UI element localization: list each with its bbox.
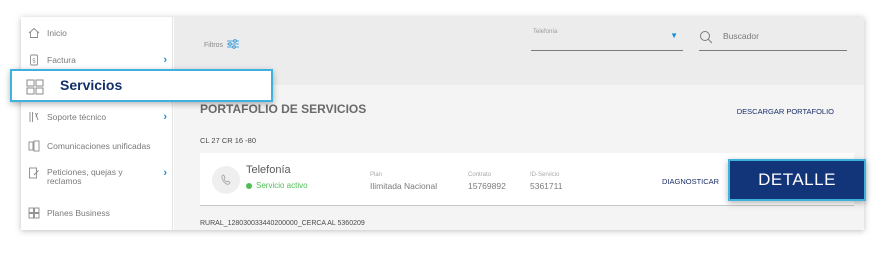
- triangle-down-icon: ▼: [670, 31, 678, 40]
- sidebar-item-inicio[interactable]: Inicio: [21, 20, 173, 46]
- status-text: Servicio activo: [256, 181, 308, 190]
- phone-icon: [212, 166, 240, 194]
- invoice-icon: $: [28, 54, 40, 66]
- sidebar-item-soporte-tecnico[interactable]: Soporte técnico ›: [21, 104, 173, 130]
- address-heading-secondary: RURAL_128030033440200000_CERCA AL 536020…: [200, 220, 365, 227]
- communications-icon: [28, 140, 40, 152]
- grid-icon: [26, 79, 44, 100]
- plan-column: Plan Ilimitada Nacional: [370, 172, 437, 191]
- page-title: PORTAFOLIO DE SERVICIOS: [200, 102, 367, 116]
- top-bar: Filtros Telefonía ▼ Buscador: [174, 17, 864, 85]
- address-heading: CL 27 CR 16 -80: [200, 136, 257, 145]
- sidebar-item-peticiones[interactable]: Peticiones, quejas y reclamos ›: [21, 163, 173, 193]
- plans-grid-icon: [28, 207, 40, 219]
- detail-button[interactable]: DETALLE: [728, 159, 866, 201]
- portfolio-section: PORTAFOLIO DE SERVICIOS DESCARGAR PORTAF…: [174, 85, 864, 230]
- telefonia-select-label: Telefonía: [533, 29, 558, 35]
- edit-document-icon: [28, 167, 40, 179]
- sidebar-item-label: Inicio: [47, 27, 67, 38]
- sidebar-item-planes-business[interactable]: Planes Business: [21, 200, 173, 226]
- svg-text:$: $: [32, 58, 36, 65]
- home-icon: [28, 27, 40, 39]
- sidebar-item-servicios[interactable]: Servicios: [10, 69, 273, 102]
- contract-value: 15769892: [468, 181, 506, 191]
- service-id-column: ID-Servicio 5361711: [530, 172, 562, 191]
- plan-value: Ilimitada Nacional: [370, 181, 438, 191]
- diagnose-button[interactable]: DIAGNOSTICAR: [662, 177, 719, 186]
- chevron-right-icon: ›: [163, 167, 167, 179]
- sidebar: Inicio $ Factura › Soporte técnico › Com…: [21, 17, 173, 230]
- status-dot-icon: [246, 182, 252, 189]
- sidebar-item-label: Factura: [47, 54, 76, 65]
- sidebar-item-label: Servicios: [60, 77, 123, 93]
- service-id-label: ID-Servicio: [530, 172, 560, 178]
- contract-column: Contrato 15769892: [468, 172, 506, 191]
- search-placeholder: Buscador: [723, 31, 759, 41]
- sidebar-item-label: Soporte técnico: [47, 111, 107, 122]
- search-icon: [699, 30, 713, 49]
- telefonia-select[interactable]: Telefonía ▼: [531, 29, 683, 51]
- sidebar-item-comunicaciones-unificadas[interactable]: Comunicaciones unificadas: [21, 133, 173, 159]
- filters-button[interactable]: Filtros: [204, 38, 240, 52]
- service-name: Telefonía: [246, 164, 291, 176]
- status-badge: Servicio activo: [246, 181, 308, 190]
- download-portfolio-link[interactable]: DESCARGAR PORTAFOLIO: [737, 107, 834, 116]
- filters-label: Filtros: [204, 41, 224, 49]
- plan-label: Plan: [370, 172, 383, 178]
- tools-icon: [28, 111, 40, 123]
- sidebar-item-label: Planes Business: [47, 207, 110, 218]
- chevron-right-icon: ›: [163, 111, 167, 123]
- search-field[interactable]: Buscador: [699, 27, 847, 51]
- sidebar-item-label: Peticiones, quejas y reclamos: [47, 167, 123, 186]
- sliders-icon: [226, 38, 240, 52]
- contract-label: Contrato: [468, 172, 492, 178]
- sidebar-item-label: Comunicaciones unificadas: [47, 140, 151, 151]
- service-id-value: 5361711: [530, 181, 563, 191]
- chevron-right-icon: ›: [163, 54, 167, 66]
